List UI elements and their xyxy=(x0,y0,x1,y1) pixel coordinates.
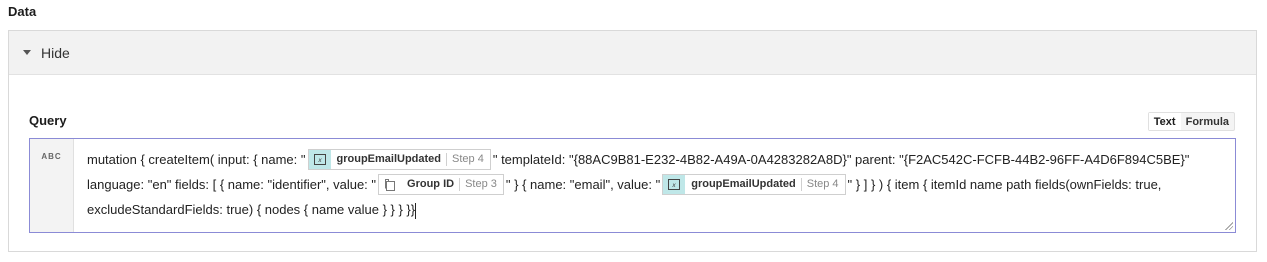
caret-down-icon xyxy=(23,50,31,55)
type-badge: ABC xyxy=(30,139,74,232)
token-pill[interactable]: x groupEmailUpdated Step 4 xyxy=(307,149,491,171)
hide-toggle[interactable]: Hide xyxy=(9,31,1256,75)
query-text[interactable]: mutation { createItem( input: { name: " x… xyxy=(74,139,1235,232)
resize-handle[interactable] xyxy=(1225,222,1233,230)
token-step: Step 4 xyxy=(800,178,845,192)
query-label: Query xyxy=(29,113,67,128)
hide-label: Hide xyxy=(41,44,70,61)
mode-toggle: Text Formula xyxy=(1147,112,1235,131)
token-name: groupEmailUpdated xyxy=(691,178,796,191)
copy-icon xyxy=(379,175,402,195)
variable-icon: x xyxy=(663,175,686,195)
query-segment: mutation { createItem( input: { name: " xyxy=(87,152,306,167)
mode-formula-option[interactable]: Formula xyxy=(1181,113,1234,130)
token-pill[interactable]: x groupEmailUpdated Step 4 xyxy=(662,174,846,196)
query-editor[interactable]: ABC mutation { createItem( input: { name… xyxy=(29,138,1236,233)
mode-text-option[interactable]: Text xyxy=(1148,113,1181,130)
token-name: groupEmailUpdated xyxy=(336,153,442,166)
token-step: Step 3 xyxy=(459,178,503,192)
query-segment: " } { name: "email", value: " xyxy=(505,177,661,192)
text-cursor xyxy=(415,202,417,219)
data-panel: Hide Query Text Formula ABC mutation { c… xyxy=(8,30,1257,252)
token-name: Group ID xyxy=(407,178,455,191)
svg-text:x: x xyxy=(317,157,322,164)
svg-text:x: x xyxy=(671,182,676,189)
token-pill[interactable]: Group ID Step 3 xyxy=(378,174,504,196)
section-title: Data xyxy=(8,4,37,19)
token-step: Step 4 xyxy=(446,153,490,167)
variable-icon: x xyxy=(308,150,331,170)
